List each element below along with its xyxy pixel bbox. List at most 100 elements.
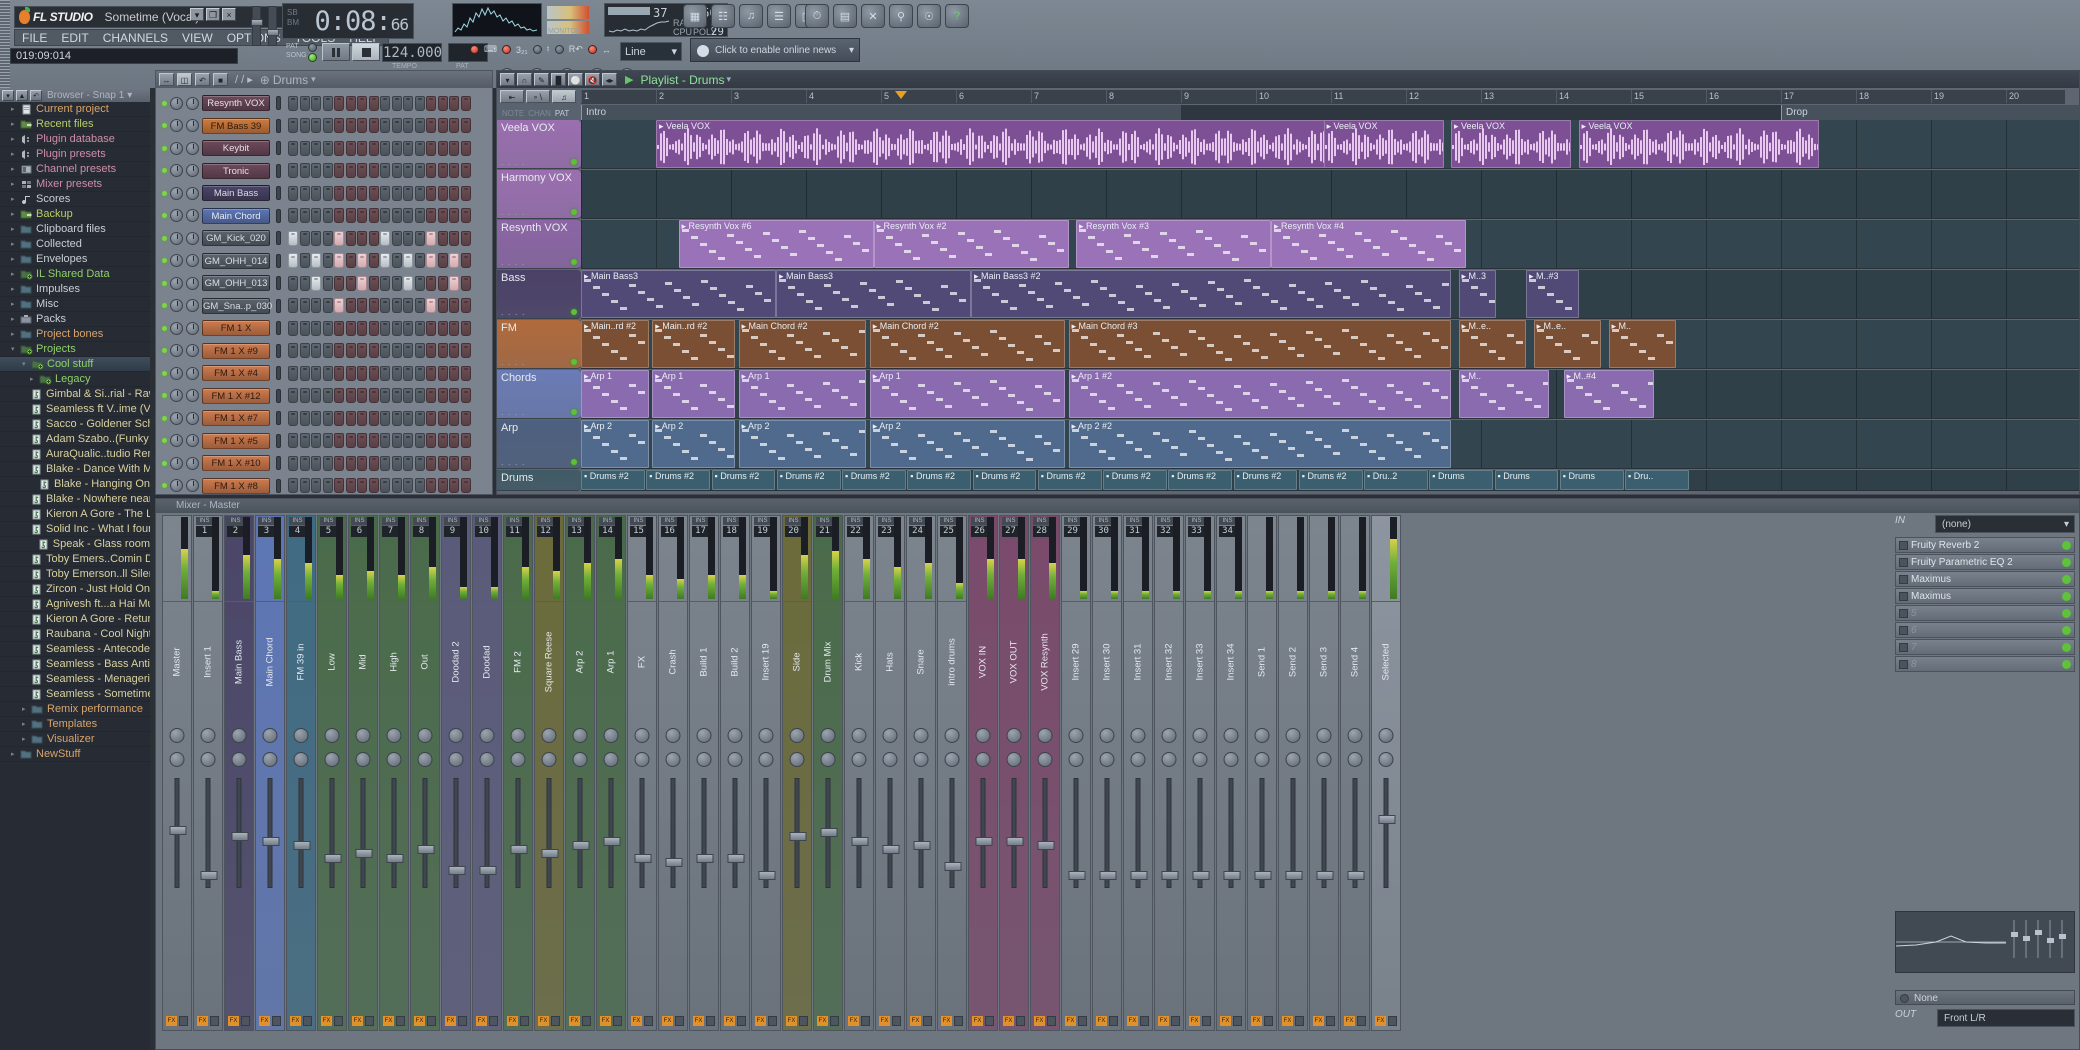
channel-mute-led[interactable] xyxy=(162,101,167,106)
step-button[interactable] xyxy=(426,478,436,493)
record-led-3[interactable] xyxy=(533,45,542,54)
step-button[interactable] xyxy=(403,343,413,358)
fx-enable-button[interactable]: FX xyxy=(600,1016,611,1026)
step-button[interactable] xyxy=(357,298,367,313)
mixer-track-name-area[interactable]: VOX Resynth xyxy=(1031,602,1059,722)
step-button[interactable] xyxy=(392,163,402,178)
mixer-track-hats[interactable]: INS 23 Hats FX xyxy=(875,515,905,1031)
clear-button[interactable]: ✕ xyxy=(861,4,885,28)
channel-volume-knob[interactable] xyxy=(186,97,199,110)
step-button[interactable] xyxy=(300,478,310,493)
solo-button[interactable] xyxy=(1109,1016,1118,1026)
tempo-field[interactable]: 124.000 xyxy=(382,43,442,62)
channel-list[interactable]: Resynth VOXFM Bass 39KeybitTronicMain Ba… xyxy=(156,88,492,497)
mixer-track-number[interactable]: 18 xyxy=(723,526,740,537)
channel-volume-knob[interactable] xyxy=(186,187,199,200)
playlist-clip[interactable]: ▪ Drums #2 xyxy=(1234,470,1298,490)
fx-enable-button[interactable]: FX xyxy=(290,1016,301,1026)
effect-enable-led[interactable] xyxy=(2062,541,2071,550)
browser-item-clipboard-files[interactable]: ▸Clipboard files xyxy=(0,222,150,237)
step-button[interactable] xyxy=(346,96,356,111)
step-button[interactable] xyxy=(438,163,448,178)
mixer-track-number[interactable]: 2 xyxy=(227,526,244,537)
browser-item-legacy[interactable]: ▸Legacy xyxy=(0,372,150,387)
browser-item-seamless-antecoder[interactable]: Seamless - Antecoder xyxy=(0,642,150,657)
step-button[interactable] xyxy=(415,96,425,111)
mixer-track-insert-1[interactable]: INS 1 Insert 1 FX xyxy=(193,515,223,1031)
browser-item-adam-szabo-funky-mix[interactable]: Adam Szabo..(Funky Mix) xyxy=(0,432,150,447)
channel-pan-knob[interactable] xyxy=(170,344,183,357)
channel-mute-led[interactable] xyxy=(162,461,167,466)
effect-enable-led[interactable] xyxy=(2062,592,2071,601)
step-button[interactable] xyxy=(323,298,333,313)
chevron-down-icon[interactable]: ▾ xyxy=(2064,516,2074,533)
solo-button[interactable] xyxy=(675,1016,684,1026)
channel-pan-knob[interactable] xyxy=(170,479,183,492)
effect-enable-led[interactable] xyxy=(2062,609,2071,618)
eq-preset-bar[interactable]: None xyxy=(1895,990,2075,1005)
step-button[interactable] xyxy=(311,141,321,156)
step-button[interactable] xyxy=(288,208,298,223)
mixer-track-name-area[interactable]: Kick xyxy=(845,602,873,722)
effect-slot-7[interactable]: 7 xyxy=(1895,639,2075,655)
solo-button[interactable] xyxy=(1171,1016,1180,1026)
mixer-volume-fader[interactable] xyxy=(547,778,552,888)
step-button[interactable] xyxy=(323,118,333,133)
playlist-clip[interactable]: ▸ Resynth Vox #6 xyxy=(679,220,874,268)
mixer-track-number[interactable]: 10 xyxy=(475,526,492,537)
fx-enable-button[interactable]: FX xyxy=(414,1016,425,1026)
mixer-track-strip-list[interactable]: Master FXINS 1 Insert 1 FXINS 2 Main Bas… xyxy=(162,515,1401,1031)
chevron-down-icon[interactable]: ▾ xyxy=(311,74,316,85)
mixer-track-name-area[interactable]: Send 2 xyxy=(1279,602,1307,722)
mixer-stereo-knob[interactable] xyxy=(666,752,681,767)
step-button[interactable] xyxy=(357,478,367,493)
record-led-4[interactable] xyxy=(555,45,564,54)
chevron-down-icon[interactable]: ▾ xyxy=(11,345,20,353)
effect-bypass-toggle[interactable] xyxy=(1899,609,1908,618)
step-button[interactable] xyxy=(311,433,321,448)
step-button[interactable] xyxy=(449,231,459,246)
browser-item-plugin-database[interactable]: ▸Plugin database xyxy=(0,132,150,147)
step-button[interactable] xyxy=(311,388,321,403)
step-button[interactable] xyxy=(461,118,471,133)
mixer-stereo-knob[interactable] xyxy=(325,752,340,767)
playlist-marker-lane[interactable]: IntroDrop xyxy=(581,105,2065,120)
step-button[interactable] xyxy=(392,186,402,201)
mixer-track-name-area[interactable]: VOX OUT xyxy=(1000,602,1028,722)
step-button[interactable] xyxy=(461,321,471,336)
solo-button[interactable] xyxy=(830,1016,839,1026)
mixer-track-vox-resynth[interactable]: INS 28 VOX Resynth FX xyxy=(1030,515,1060,1031)
chevron-right-icon[interactable]: ▸ xyxy=(22,705,31,713)
step-button[interactable] xyxy=(380,456,390,471)
browser-item-toby-emerson-ll-silently[interactable]: Toby Emerson..ll Silently xyxy=(0,567,150,582)
fader-cap[interactable] xyxy=(294,841,311,850)
step-button[interactable] xyxy=(403,478,413,493)
browser-item-templates[interactable]: ▸Templates xyxy=(0,717,150,732)
channel-mute-led[interactable] xyxy=(162,348,167,353)
fader-cap[interactable] xyxy=(852,837,869,846)
channel-name-button[interactable]: GM_OHH_014 xyxy=(202,253,270,269)
mixer-track-intro-drums[interactable]: INS 25 intro drums FX xyxy=(937,515,967,1031)
step-button[interactable] xyxy=(288,388,298,403)
mixer-volume-fader[interactable] xyxy=(1105,778,1110,888)
browser-item-plugin-presets[interactable]: ▸Plugin presets xyxy=(0,147,150,162)
step-button[interactable] xyxy=(415,118,425,133)
fader-cap[interactable] xyxy=(511,845,528,854)
fader-cap[interactable] xyxy=(1348,871,1365,880)
channel-volume-knob[interactable] xyxy=(186,164,199,177)
step-button[interactable] xyxy=(346,321,356,336)
mixer-track-name-area[interactable]: Doodad 2 xyxy=(442,602,470,722)
step-button[interactable] xyxy=(346,456,356,471)
step-button[interactable] xyxy=(357,141,367,156)
step-button[interactable] xyxy=(403,298,413,313)
playlist-clip[interactable]: ▸ Resynth Vox #4 xyxy=(1271,220,1466,268)
chevron-right-icon[interactable]: ▸ xyxy=(11,330,20,338)
step-button[interactable] xyxy=(300,96,310,111)
effect-slot-5[interactable]: 5 xyxy=(1895,605,2075,621)
playlist-clip[interactable]: ▸ Arp 1 xyxy=(870,370,1065,418)
mixer-track-insert-29[interactable]: INS 29 Insert 29 FX xyxy=(1061,515,1091,1031)
browser-item-blake-hanging-on[interactable]: Blake - Hanging On xyxy=(0,477,150,492)
fx-enable-button[interactable]: FX xyxy=(755,1016,766,1026)
step-button[interactable] xyxy=(323,366,333,381)
browser-item-agnivesh-ft-a-hai-mujhe[interactable]: Agnivesh ft...a Hai Mujhe xyxy=(0,597,150,612)
